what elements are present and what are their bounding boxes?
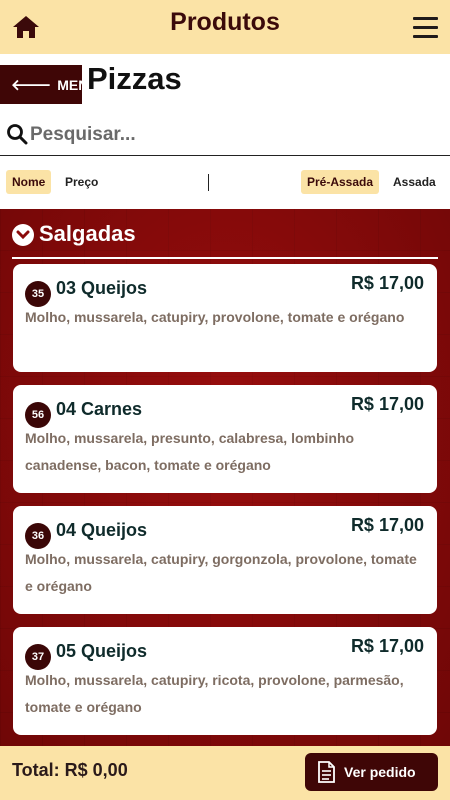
product-name: 04 Carnes — [56, 399, 143, 419]
product-card[interactable]: 35 03 Queijos R$ 17,00 Molho, mussarela,… — [13, 264, 437, 372]
product-card[interactable]: 56 04 Carnes R$ 17,00 Molho, mussarela, … — [13, 385, 437, 493]
product-list[interactable]: Salgadas 35 03 Queijos R$ 17,00 Molho, m… — [0, 209, 450, 746]
search-input[interactable] — [30, 121, 430, 149]
product-name: 04 Queijos — [56, 520, 148, 540]
search-bar — [0, 116, 450, 156]
menu-back-button[interactable]: 🡐 MENU — [0, 65, 98, 104]
filter-divider — [208, 174, 209, 191]
app-title: Produtos — [170, 8, 280, 36]
product-name: 03 Queijos — [56, 278, 148, 298]
view-order-button[interactable]: Ver pedido — [305, 753, 438, 791]
section-header[interactable]: Salgadas — [12, 221, 438, 259]
arrow-left-icon: 🡐 — [11, 77, 52, 94]
top-bar: Produtos — [0, 0, 450, 54]
product-price: R$ 17,00 — [350, 273, 424, 293]
sort-by-price-chip[interactable]: Preço — [59, 170, 104, 194]
product-description: Molho, mussarela, presunto, calabresa, l… — [25, 430, 355, 473]
product-description: Molho, mussarela, catupiry, provolone, t… — [25, 309, 405, 325]
section-title: Salgadas — [39, 221, 136, 246]
product-description: Molho, mussarela, catupiry, gorgonzola, … — [25, 551, 417, 594]
document-icon — [318, 761, 335, 783]
chevron-down-icon — [12, 224, 34, 246]
product-card[interactable]: 36 04 Queijos R$ 17,00 Molho, mussarela,… — [13, 506, 437, 614]
page-title: Pizzas — [87, 61, 182, 96]
product-price: R$ 17,00 — [350, 636, 424, 656]
product-name: 05 Queijos — [56, 641, 148, 661]
product-card[interactable]: 37 05 Queijos R$ 17,00 Molho, mussarela,… — [13, 627, 437, 735]
product-price: R$ 17,00 — [350, 394, 424, 414]
filter-pre-assada-chip[interactable]: Pré-Assada — [301, 170, 380, 194]
view-order-label: Ver pedido — [344, 764, 416, 780]
filter-assada-chip[interactable]: Assada — [387, 170, 442, 194]
product-description: Molho, mussarela, catupiry, ricota, prov… — [25, 672, 404, 715]
search-icon — [7, 124, 28, 145]
bottom-bar: Total: R$ 0,00 Ver pedido — [0, 746, 450, 800]
product-price: R$ 17,00 — [350, 515, 424, 535]
order-total: Total: R$ 0,00 — [12, 760, 128, 780]
hamburger-menu-icon[interactable] — [413, 17, 438, 39]
sort-by-name-chip[interactable]: Nome — [6, 170, 52, 194]
filter-bar: Nome Preço Pré-Assada Assada — [0, 157, 450, 209]
